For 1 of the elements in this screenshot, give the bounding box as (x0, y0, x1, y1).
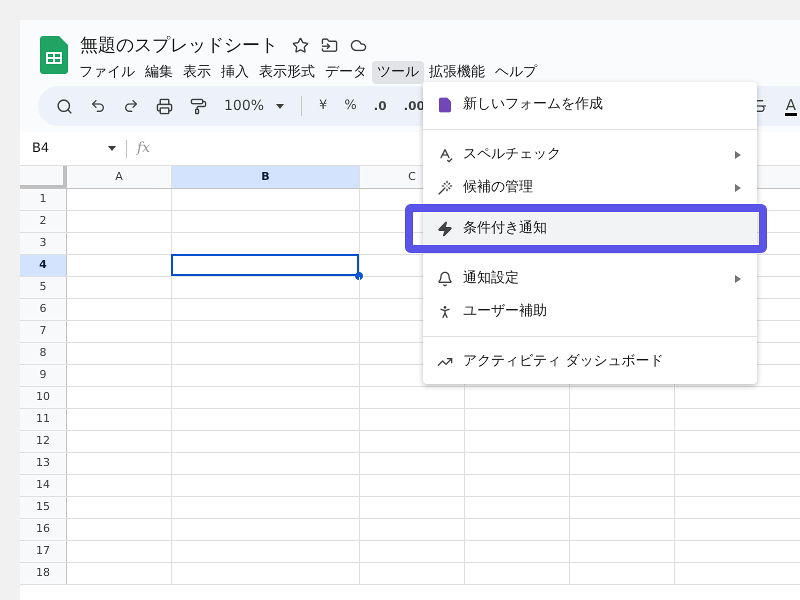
function-label: fx (137, 139, 150, 158)
